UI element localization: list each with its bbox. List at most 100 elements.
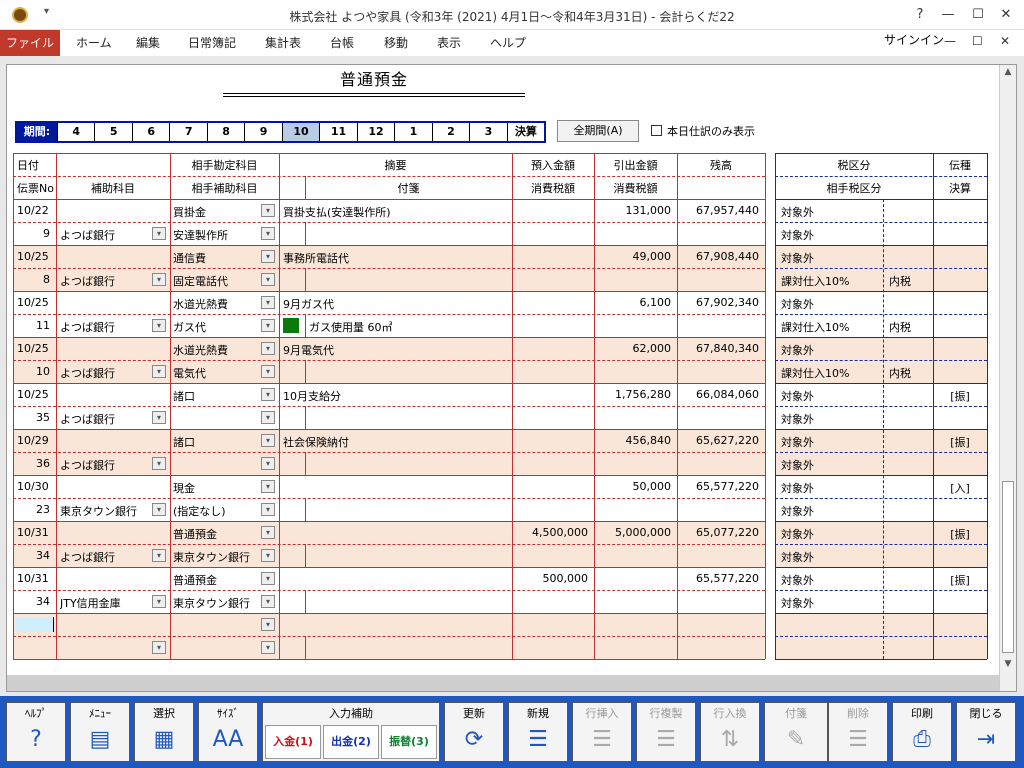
entry-counter-sub-account[interactable]: ガス代 [173,319,259,335]
signin-link[interactable]: サインイン [884,30,944,50]
new-entry-date-input[interactable] [16,617,54,632]
entry-voucher-no[interactable]: 34 [13,549,50,562]
menu-daily-bookkeeping[interactable]: 日常簿記 [188,30,236,56]
entry-voucher-no[interactable]: 8 [13,273,50,286]
toolbar-refresh-button[interactable]: 更新 ⟳ [444,702,504,762]
period-6[interactable]: 6 [131,123,169,141]
entry-voucher-no[interactable]: 23 [13,503,50,516]
entry-counter-tax-category[interactable]: 課対仕入10% [781,365,881,381]
entry-tax-category[interactable]: 対象外 [781,250,881,266]
entry-withdrawal[interactable]: 1,756,280 [594,388,671,401]
period-7[interactable]: 7 [169,123,206,141]
toolbar-select-button[interactable]: 選択 ▦ [134,702,194,762]
entry-voucher-no[interactable]: 11 [13,319,50,332]
entry-memo[interactable]: ガス使用量 60㎥ [309,319,509,335]
counter-account-dropdown-icon[interactable]: ▾ [261,572,275,585]
period-10[interactable]: 10 [281,123,320,141]
scroll-thumb[interactable] [1002,481,1014,653]
entry-counter-account[interactable]: 買掛金 [173,204,259,220]
entry-tax-category[interactable]: 対象外 [781,342,881,358]
entry-tax-category[interactable]: 対象外 [781,204,881,220]
entry-deposit[interactable]: 500,000 [512,572,589,585]
entry-date[interactable]: 10/25 [17,342,57,355]
counter-sub-dropdown-icon[interactable]: ▾ [261,319,275,332]
new-sub-dropdown-icon[interactable]: ▾ [152,641,166,654]
period-9[interactable]: 9 [244,123,281,141]
entry-tax-category[interactable]: 対象外 [781,296,881,312]
entry-voucher-no[interactable]: 35 [13,411,50,424]
counter-sub-dropdown-icon[interactable]: ▾ [261,595,275,608]
menu-home[interactable]: ホーム [76,30,112,56]
counter-sub-dropdown-icon[interactable]: ▾ [261,411,275,424]
withdrawal-entry-button[interactable]: 出金(2) [323,725,379,759]
entry-counter-account[interactable]: 水道光熱費 [173,342,259,358]
counter-sub-dropdown-icon[interactable]: ▾ [261,549,275,562]
sub-account-dropdown-icon[interactable]: ▾ [152,411,166,424]
sub-account-dropdown-icon[interactable]: ▾ [152,227,166,240]
entry-sub-account[interactable]: よつば銀行 [60,319,156,335]
entry-counter-account[interactable]: 普通預金 [173,526,259,542]
entry-counter-tax-category[interactable]: 対象外 [781,227,881,243]
entry-deposit[interactable]: 4,500,000 [512,526,588,539]
entry-description[interactable]: 事務所電話代 [283,250,509,266]
period-決算[interactable]: 決算 [506,123,544,141]
entry-counter-account[interactable]: 諸口 [173,434,259,450]
horizontal-scrollbar[interactable] [7,675,999,691]
entry-counter-sub-account[interactable]: 固定電話代 [173,273,259,289]
entry-withdrawal[interactable]: 49,000 [594,250,672,263]
counter-account-dropdown-icon[interactable]: ▾ [261,480,275,493]
entry-counter-tax-category[interactable]: 対象外 [781,549,881,565]
entry-tax-category[interactable]: 対象外 [781,572,881,588]
entry-tax-category[interactable]: 対象外 [781,388,881,404]
entry-sub-account[interactable]: よつば銀行 [60,227,156,243]
entry-sub-account[interactable]: 東京タウン銀行 [60,503,156,519]
toolbar-new-button[interactable]: 新規 ☰ [508,702,568,762]
entry-withdrawal[interactable]: 456,840 [594,434,672,447]
entry-counter-tax-category[interactable]: 課対仕入10% [781,273,881,289]
period-1[interactable]: 1 [394,123,431,141]
counter-account-dropdown-icon[interactable]: ▾ [261,342,275,355]
transfer-entry-button[interactable]: 振替(3) [381,725,437,759]
close-button[interactable]: ✕ [994,4,1018,26]
sub-account-dropdown-icon[interactable]: ▾ [152,595,166,608]
today-only-checkbox[interactable] [651,125,662,136]
entry-counter-account[interactable]: 現金 [173,480,259,496]
entry-counter-sub-account[interactable]: 東京タウン銀行 [173,549,259,565]
entry-sub-account[interactable]: よつば銀行 [60,549,156,565]
entry-sub-account[interactable]: よつば銀行 [60,411,156,427]
toolbar-help-button[interactable]: ﾍﾙﾌﾟ? [6,702,66,762]
menu-ledger[interactable]: 台帳 [330,30,354,56]
entry-voucher-no[interactable]: 36 [13,457,50,470]
entry-date[interactable]: 10/25 [17,296,57,309]
entry-counter-tax-category[interactable]: 対象外 [781,503,881,519]
deposit-entry-button[interactable]: 入金(1) [265,725,321,759]
new-account-dropdown-icon[interactable]: ▾ [261,618,275,631]
entry-counter-sub-account[interactable]: (指定なし) [173,503,259,519]
entry-counter-account[interactable]: 諸口 [173,388,259,404]
period-3[interactable]: 3 [469,123,506,141]
period-4[interactable]: 4 [57,123,94,141]
entry-counter-tax-category[interactable]: 対象外 [781,411,881,427]
entry-counter-account[interactable]: 普通預金 [173,572,259,588]
entry-date[interactable]: 10/30 [17,480,57,493]
toolbar-close-button[interactable]: 閉じる ⇥ [956,702,1016,762]
menu-view[interactable]: 表示 [437,30,461,56]
counter-account-dropdown-icon[interactable]: ▾ [261,388,275,401]
menu-help[interactable]: ヘルプ [490,30,526,56]
period-5[interactable]: 5 [94,123,131,141]
entry-voucher-no[interactable]: 9 [13,227,50,240]
entry-description[interactable]: 10月支給分 [283,388,509,404]
entry-description[interactable]: 社会保険納付 [283,434,509,450]
entry-voucher-no[interactable]: 10 [13,365,50,378]
maximize-button[interactable]: ☐ [966,4,990,26]
entry-withdrawal[interactable]: 6,100 [594,296,672,309]
doc-close-button[interactable]: ✕ [1000,34,1010,48]
entry-date[interactable]: 10/31 [17,572,57,585]
entry-date[interactable]: 10/25 [17,250,57,263]
entry-tax-category[interactable]: 対象外 [781,526,881,542]
counter-account-dropdown-icon[interactable]: ▾ [261,526,275,539]
entry-tax-category[interactable]: 対象外 [781,480,881,496]
entry-tax-category[interactable]: 対象外 [781,434,881,450]
counter-sub-dropdown-icon[interactable]: ▾ [261,457,275,470]
entry-counter-sub-account[interactable]: 電気代 [173,365,259,381]
